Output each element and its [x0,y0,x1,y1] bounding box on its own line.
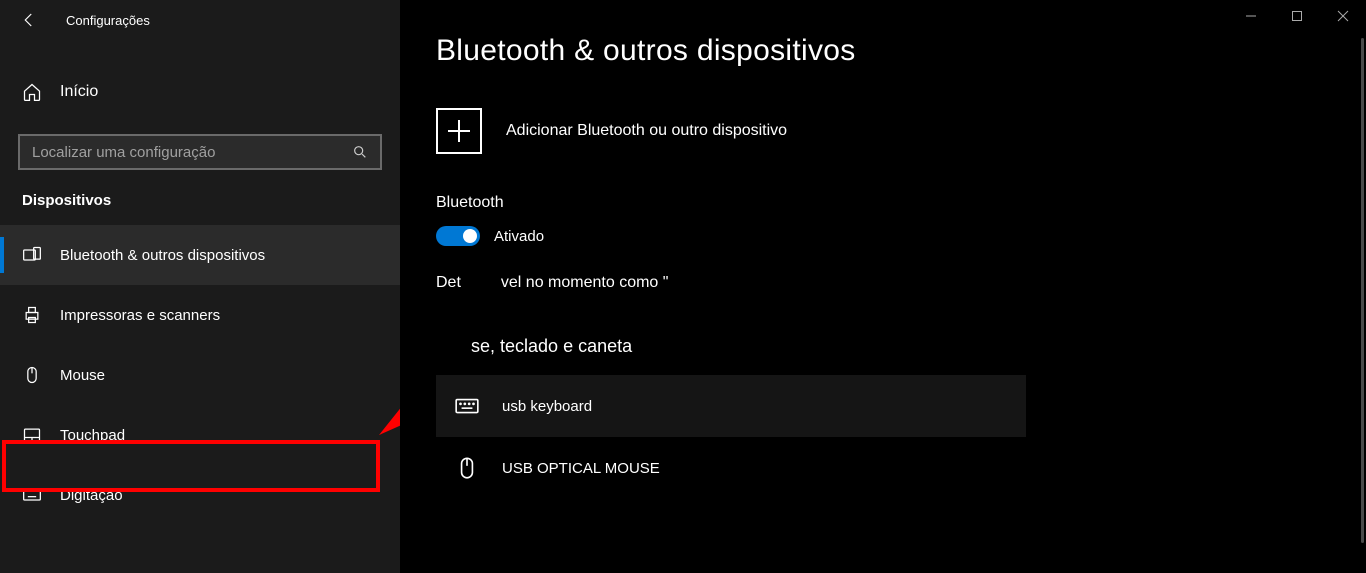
sidebar: Configurações Início Dispositivos Blueto… [0,0,400,573]
sidebar-item-label: Bluetooth & outros dispositivos [60,247,265,264]
sidebar-item-label: Mouse [60,367,105,384]
sidebar-item-printers[interactable]: Impressoras e scanners [0,285,400,345]
sidebar-item-bluetooth[interactable]: Bluetooth & outros dispositivos [0,225,400,285]
add-device-button[interactable]: Adicionar Bluetooth ou outro dispositivo [436,108,1366,154]
touchpad-icon [22,425,42,445]
app-title: Configurações [66,13,150,28]
mouse-icon [22,365,42,385]
bluetooth-label: Bluetooth [436,194,1366,212]
window-controls [1228,0,1366,32]
home-icon [22,82,42,102]
detectable-text: Detxxxxxvel no momento como " [436,274,1366,292]
mouse-icon [454,455,480,481]
keyboard-icon [454,393,480,419]
sidebar-item-typing[interactable]: Digitação [0,465,400,525]
bluetooth-toggle-row: Ativado [436,226,1366,246]
device-label: USB OPTICAL MOUSE [502,460,660,477]
plus-icon [436,108,482,154]
sidebar-item-touchpad[interactable]: Touchpad [0,405,400,465]
search-icon [352,144,368,160]
device-keyboard[interactable]: usb keyboard [436,375,1026,437]
bluetooth-toggle[interactable] [436,226,480,246]
titlebar: Configurações [0,0,400,40]
bluetooth-toggle-label: Ativado [494,228,544,245]
search-input[interactable] [32,144,352,161]
home-label: Início [60,83,98,101]
back-button[interactable] [20,11,38,29]
device-mouse[interactable]: USB OPTICAL MOUSE [436,437,1026,499]
add-device-label: Adicionar Bluetooth ou outro dispositivo [506,122,787,140]
printer-icon [22,305,42,325]
maximize-button[interactable] [1274,0,1320,32]
sidebar-item-label: Impressoras e scanners [60,307,220,324]
close-button[interactable] [1320,0,1366,32]
device-label: usb keyboard [502,398,592,415]
sidebar-item-label: Digitação [60,487,123,504]
search-box[interactable] [18,134,382,170]
sidebar-nav: Bluetooth & outros dispositivos Impresso… [0,225,400,525]
home-link[interactable]: Início [0,70,400,114]
main-content: Bluetooth & outros dispositivos Adiciona… [400,0,1366,573]
sidebar-item-mouse[interactable]: Mouse [0,345,400,405]
minimize-button[interactable] [1228,0,1274,32]
sidebar-item-label: Touchpad [60,427,125,444]
search-box-wrap [0,134,400,170]
devices-section-title: Mouse, teclado e caneta [436,336,1366,357]
page-title: Bluetooth & outros dispositivos [436,34,1366,68]
keyboard-icon [22,485,42,505]
sidebar-section-title: Dispositivos [0,170,400,219]
devices-icon [22,245,42,265]
